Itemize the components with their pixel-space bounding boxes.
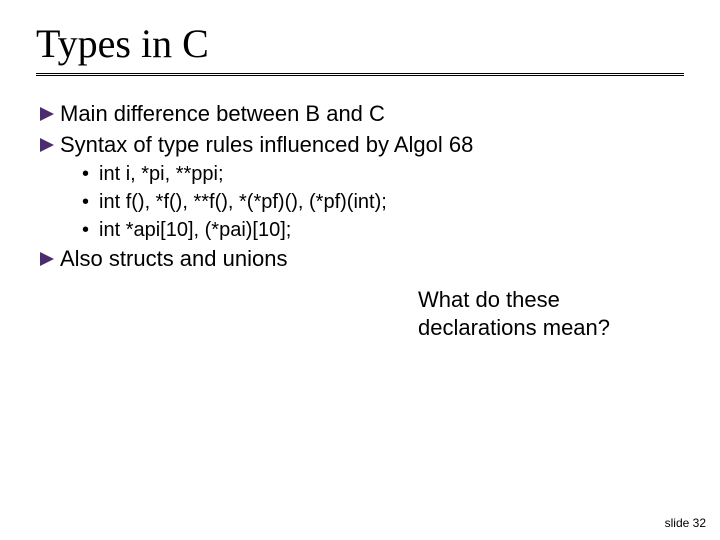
slide-body: Main difference between B and C Syntax o… — [36, 100, 684, 274]
bullet-level2: • int f(), *f(), **f(), *(*pf)(), (*pf)(… — [82, 189, 684, 215]
triangle-bullet-icon — [40, 252, 54, 266]
slide-title: Types in C — [36, 20, 684, 67]
dot-bullet-icon: • — [82, 189, 89, 215]
slide-number: slide 32 — [665, 516, 706, 530]
callout-question: What do these declarations mean? — [418, 286, 678, 341]
bullet-level2: • int *api[10], (*pai)[10]; — [82, 217, 684, 243]
triangle-bullet-icon — [40, 138, 54, 152]
callout-line: declarations mean? — [418, 314, 678, 342]
slide: Types in C Main difference between B and… — [0, 0, 720, 540]
bullet-text: int f(), *f(), **f(), *(*pf)(), (*pf)(in… — [99, 189, 684, 215]
bullet-level1: Main difference between B and C — [40, 100, 684, 129]
bullet-text: Syntax of type rules influenced by Algol… — [60, 131, 684, 160]
bullet-level1: Syntax of type rules influenced by Algol… — [40, 131, 684, 160]
dot-bullet-icon: • — [82, 217, 89, 243]
triangle-bullet-icon — [40, 107, 54, 121]
bullet-text: int i, *pi, **ppi; — [99, 161, 684, 187]
bullet-text: Also structs and unions — [60, 245, 684, 274]
bullet-level1: Also structs and unions — [40, 245, 684, 274]
dot-bullet-icon: • — [82, 161, 89, 187]
bullet-text: int *api[10], (*pai)[10]; — [99, 217, 684, 243]
callout-line: What do these — [418, 286, 678, 314]
bullet-level2: • int i, *pi, **ppi; — [82, 161, 684, 187]
title-underline — [36, 73, 684, 76]
bullet-text: Main difference between B and C — [60, 100, 684, 129]
